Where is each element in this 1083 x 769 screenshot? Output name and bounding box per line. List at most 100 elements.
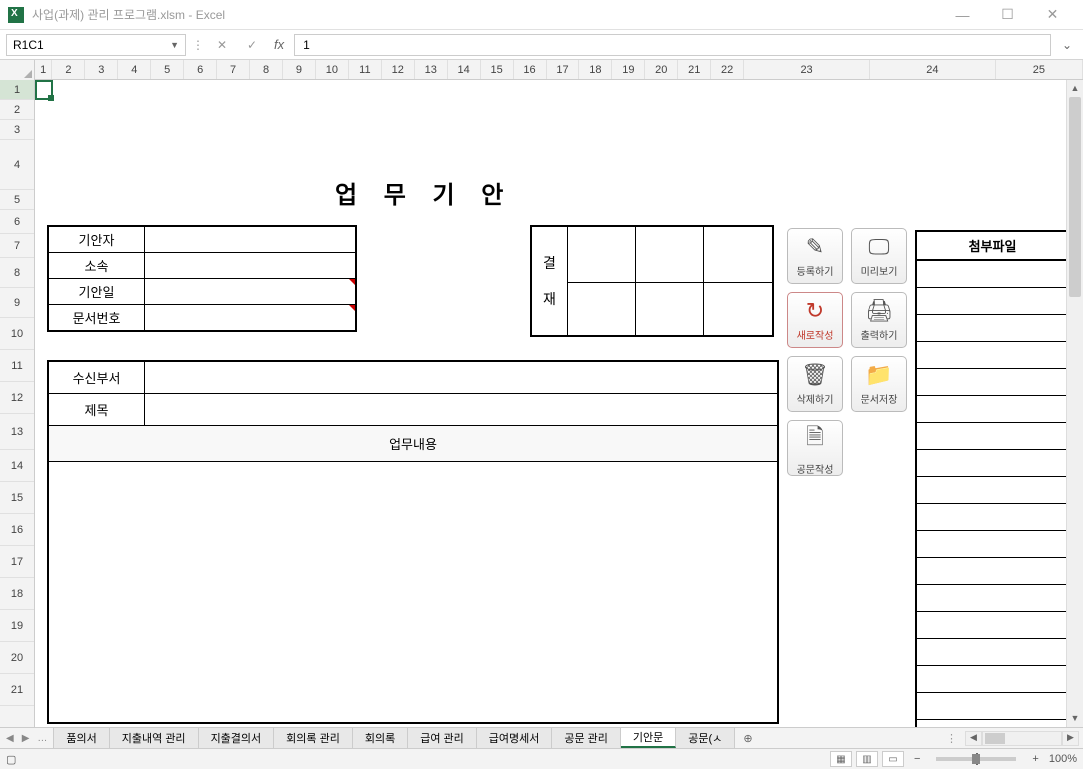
row-header[interactable]: 17 — [0, 546, 34, 578]
sheet-tab[interactable]: 급여 관리 — [408, 728, 477, 748]
approval-sign-cell[interactable] — [636, 283, 703, 335]
scroll-thumb[interactable] — [1069, 97, 1081, 297]
column-header[interactable]: 2 — [52, 60, 85, 79]
row-header[interactable]: 8 — [0, 258, 34, 288]
sheet-tab[interactable]: 회의록 — [353, 728, 408, 748]
hscroll-thumb[interactable] — [985, 733, 1005, 744]
save-doc-button[interactable]: 📁 문서저장 — [851, 356, 907, 412]
row-header[interactable]: 12 — [0, 382, 34, 414]
column-header[interactable]: 3 — [85, 60, 118, 79]
delete-button[interactable]: 🗑 삭제하기 — [787, 356, 843, 412]
expand-formula-bar[interactable]: ⌄ — [1057, 38, 1077, 52]
column-header[interactable]: 25 — [996, 60, 1083, 79]
column-header[interactable]: 4 — [118, 60, 151, 79]
confirm-formula-button[interactable]: ✓ — [240, 34, 264, 56]
column-header[interactable]: 9 — [283, 60, 316, 79]
row-header[interactable]: 13 — [0, 414, 34, 450]
tab-next-button[interactable]: ▶ — [22, 733, 30, 744]
zoom-in-button[interactable]: + — [1032, 753, 1038, 765]
column-header[interactable]: 8 — [250, 60, 283, 79]
zoom-out-button[interactable]: − — [914, 753, 920, 765]
attachment-row[interactable] — [917, 531, 1068, 558]
sheet-tab[interactable]: 품의서 — [54, 728, 109, 748]
attachment-row[interactable] — [917, 558, 1068, 585]
row-header[interactable]: 10 — [0, 318, 34, 350]
row-header[interactable]: 9 — [0, 288, 34, 318]
value-subject[interactable] — [145, 394, 777, 425]
approval-sign-cell[interactable] — [704, 283, 772, 335]
value-dept[interactable] — [145, 253, 355, 279]
cells-area[interactable]: 업 무 기 안 기안자 소속 기안일 문서번호 결 — [35, 80, 1066, 727]
official-doc-button[interactable]: 🗎 공문작성 — [787, 420, 843, 476]
sheet-tab[interactable]: 공문 관리 — [552, 728, 621, 748]
row-header[interactable]: 3 — [0, 120, 34, 140]
hscroll-left-button[interactable]: ◀ — [965, 731, 982, 746]
attachment-row[interactable] — [917, 261, 1068, 288]
column-header[interactable]: 20 — [645, 60, 678, 79]
attachment-row[interactable] — [917, 639, 1068, 666]
row-header[interactable]: 19 — [0, 610, 34, 642]
row-header[interactable]: 21 — [0, 674, 34, 706]
attachment-row[interactable] — [917, 585, 1068, 612]
row-header[interactable]: 20 — [0, 642, 34, 674]
sheet-tab[interactable]: 급여명세서 — [477, 728, 553, 748]
attachment-row[interactable] — [917, 477, 1068, 504]
preview-button[interactable]: 🖵 미리보기 — [851, 228, 907, 284]
column-header[interactable]: 15 — [481, 60, 514, 79]
zoom-slider[interactable] — [936, 757, 1016, 761]
attachment-row[interactable] — [917, 369, 1068, 396]
name-box[interactable]: R1C1 ▼ — [6, 34, 186, 56]
row-header[interactable]: 6 — [0, 210, 34, 234]
chevron-down-icon[interactable]: ▼ — [170, 40, 179, 50]
column-header[interactable]: 23 — [744, 60, 870, 79]
attachment-row[interactable] — [917, 612, 1068, 639]
value-drafter[interactable] — [145, 227, 355, 253]
attachment-row[interactable] — [917, 504, 1068, 531]
sheet-tab[interactable]: 지출내역 관리 — [110, 728, 199, 748]
cancel-formula-button[interactable]: ✕ — [210, 34, 234, 56]
attachment-row[interactable] — [917, 396, 1068, 423]
approval-name-cell[interactable] — [636, 227, 703, 283]
row-header[interactable]: 5 — [0, 190, 34, 210]
hscroll-track[interactable] — [982, 731, 1062, 746]
column-header[interactable]: 7 — [217, 60, 250, 79]
column-header[interactable]: 12 — [382, 60, 415, 79]
column-header[interactable]: 22 — [711, 60, 744, 79]
comment-indicator-icon[interactable] — [349, 305, 355, 311]
new-button[interactable]: ↻ 새로작성 — [787, 292, 843, 348]
sheet-tab[interactable]: 지출결의서 — [199, 728, 275, 748]
row-header[interactable]: 1 — [0, 80, 34, 100]
approval-name-cell[interactable] — [568, 227, 635, 283]
maximize-button[interactable]: ☐ — [985, 1, 1030, 29]
row-header[interactable]: 18 — [0, 578, 34, 610]
sheet-tab[interactable]: 공문(ㅅ — [676, 728, 735, 748]
column-header[interactable]: 10 — [316, 60, 349, 79]
hscroll-right-button[interactable]: ▶ — [1062, 731, 1079, 746]
attachment-row[interactable] — [917, 342, 1068, 369]
attachment-row[interactable] — [917, 423, 1068, 450]
attachment-row[interactable] — [917, 288, 1068, 315]
vertical-scrollbar[interactable]: ▲ ▼ — [1066, 80, 1083, 727]
row-header[interactable]: 7 — [0, 234, 34, 258]
row-header[interactable]: 15 — [0, 482, 34, 514]
content-body[interactable] — [49, 462, 777, 722]
value-recv-dept[interactable] — [145, 362, 777, 393]
column-header[interactable]: 6 — [184, 60, 217, 79]
scroll-down-button[interactable]: ▼ — [1067, 710, 1083, 727]
column-header[interactable]: 16 — [514, 60, 547, 79]
tab-more-button[interactable]: … — [37, 733, 47, 744]
sheet-tab[interactable]: 회의록 관리 — [274, 728, 353, 748]
column-header[interactable]: 24 — [870, 60, 996, 79]
attachment-row[interactable] — [917, 693, 1068, 720]
attachment-row[interactable] — [917, 315, 1068, 342]
zoom-thumb[interactable] — [972, 754, 980, 764]
approval-sign-cell[interactable] — [568, 283, 635, 335]
value-doc-no[interactable] — [145, 305, 355, 330]
row-header[interactable]: 4 — [0, 140, 34, 190]
page-layout-view-button[interactable]: ▥ — [856, 751, 878, 767]
column-header[interactable]: 18 — [579, 60, 612, 79]
row-header[interactable]: 16 — [0, 514, 34, 546]
add-sheet-button[interactable]: ⊕ — [735, 728, 760, 748]
column-header[interactable]: 19 — [612, 60, 645, 79]
macro-record-icon[interactable]: ▢ — [6, 753, 16, 766]
